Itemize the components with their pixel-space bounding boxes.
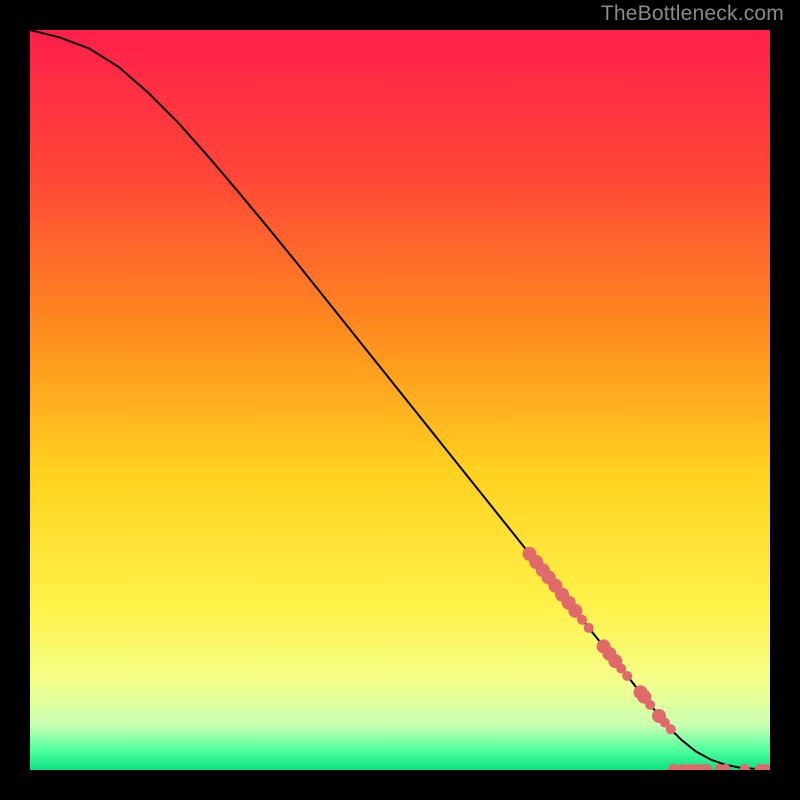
data-point bbox=[645, 700, 655, 710]
gradient-background bbox=[30, 30, 770, 770]
data-point bbox=[584, 623, 594, 633]
data-point bbox=[622, 671, 632, 681]
data-point bbox=[666, 724, 676, 734]
plot-area bbox=[30, 30, 770, 770]
attribution-label: TheBottleneck.com bbox=[601, 2, 784, 26]
bottleneck-chart bbox=[30, 30, 770, 770]
data-point bbox=[577, 615, 587, 625]
chart-frame: TheBottleneck.com bbox=[0, 0, 800, 800]
